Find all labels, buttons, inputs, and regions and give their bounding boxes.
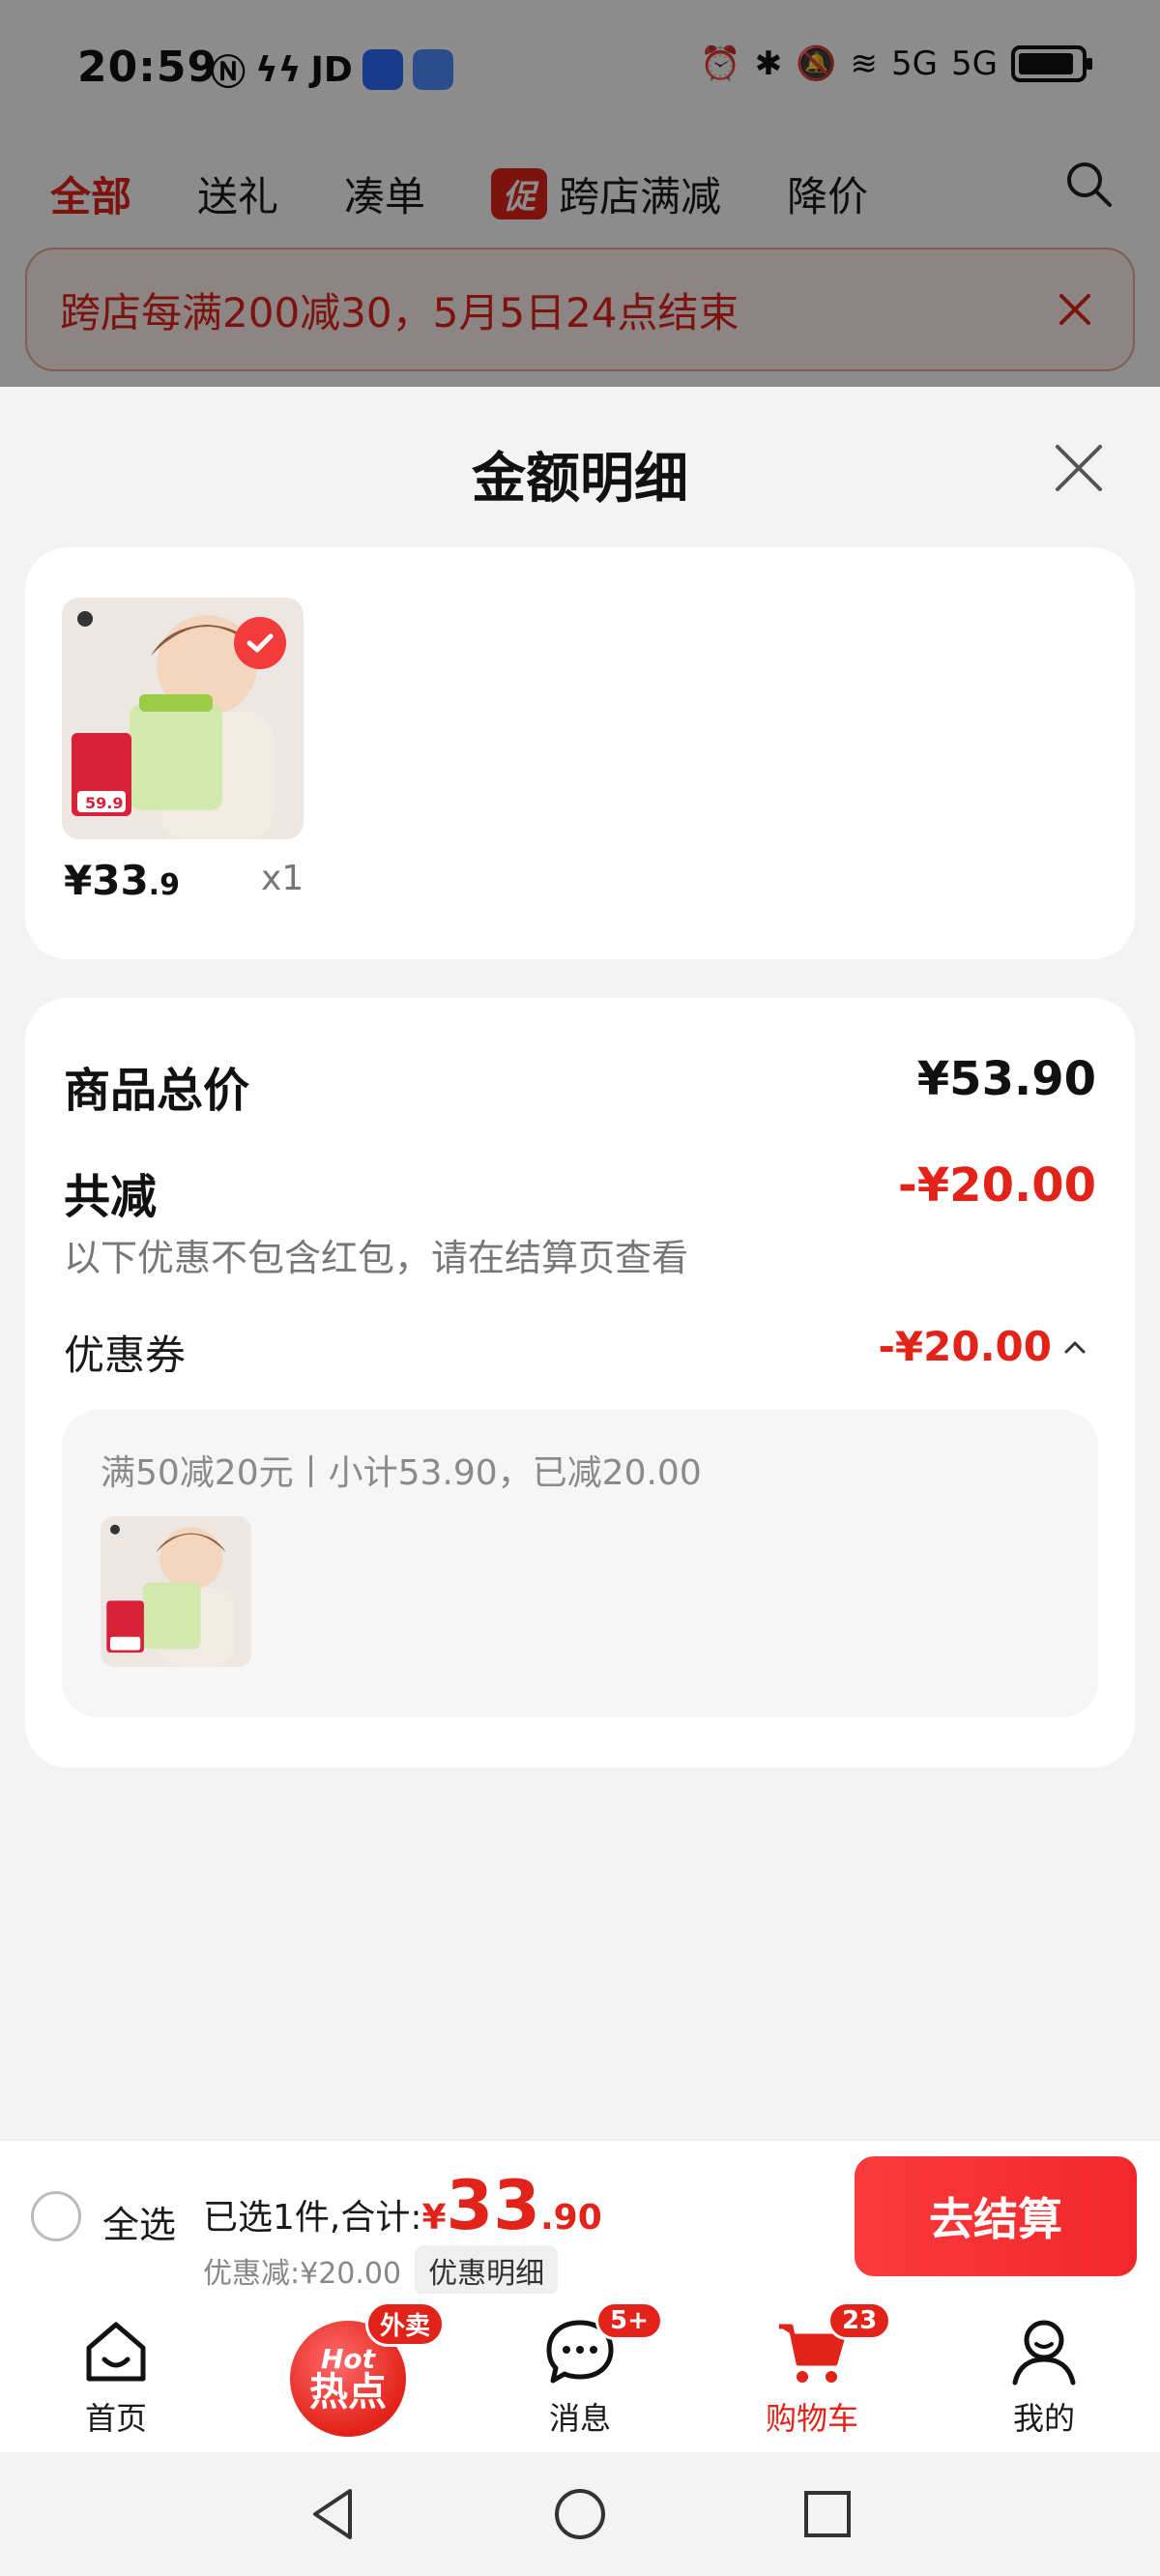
- total-price-value: ¥53.90: [916, 1052, 1096, 1106]
- select-all-radio[interactable]: [31, 2191, 81, 2241]
- checkout-total: ¥33.90: [421, 2172, 601, 2239]
- selected-summary: 已选1件,合计: ¥33.90: [203, 2172, 602, 2239]
- discount-detail-button[interactable]: 优惠明细: [415, 2245, 559, 2296]
- system-navigation-bar: [0, 2452, 1160, 2576]
- nav-me[interactable]: 我的: [928, 2294, 1160, 2452]
- discount-line: 优惠减:¥20.00 优惠明细: [203, 2245, 559, 2296]
- select-all-label[interactable]: 全选: [102, 2195, 176, 2248]
- home-circle-icon[interactable]: [549, 2483, 611, 2545]
- nav-cart-label: 购物车: [765, 2400, 858, 2437]
- item-checked-icon[interactable]: [234, 617, 286, 669]
- checkout-bar: 全选 已选1件,合计: ¥33.90 优惠减:¥20.00 优惠明细 去结算: [0, 2139, 1160, 2296]
- total-integer: 33: [446, 2166, 540, 2245]
- checkout-button[interactable]: 去结算: [855, 2156, 1137, 2276]
- hot-icon-bottom: 热点: [309, 2370, 387, 2415]
- coupon-detail-text: 满50减20元丨小计53.90，已减20.00: [101, 1453, 702, 1493]
- selected-count-text: 已选1件,合计:: [203, 2198, 422, 2238]
- nav-messages-label: 消息: [548, 2400, 611, 2437]
- total-decimal: .90: [539, 2198, 602, 2238]
- discount-note: 以下优惠不包含红包，请在结算页查看: [64, 1237, 689, 1279]
- svg-text:59.9: 59.9: [85, 794, 123, 812]
- checkout-discount-text: 优惠减:¥20.00: [203, 2257, 402, 2291]
- item-quantity: x1: [261, 859, 304, 898]
- nav-me-label: 我的: [1012, 2400, 1075, 2437]
- profile-icon: [1012, 2320, 1076, 2386]
- amount-detail-sheet: 金额明细 59.9 ¥33.9 x1 商品总价 ¥53.90 共减 -¥20.0…: [0, 387, 1160, 2139]
- total-currency: ¥: [421, 2198, 447, 2238]
- nav-home[interactable]: 首页: [0, 2294, 232, 2452]
- home-icon: [86, 2322, 146, 2382]
- item-price-int: ¥33: [64, 857, 149, 904]
- cart-badge: 23: [827, 2301, 892, 2340]
- sheet-title: 金额明细: [472, 448, 688, 511]
- messages-badge: 5+: [595, 2301, 663, 2340]
- close-icon[interactable]: [1048, 437, 1110, 499]
- back-icon[interactable]: [302, 2483, 363, 2545]
- discount-label: 共减: [64, 1170, 158, 1224]
- item-price-decimal: .9: [148, 868, 180, 902]
- chevron-up-icon: [1064, 1341, 1086, 1353]
- nav-home-label: 首页: [84, 2400, 147, 2437]
- recents-icon[interactable]: [797, 2483, 858, 2545]
- bottom-nav: 首页 Hot 热点 外卖 消息 5+ 购物车 23 我的: [0, 2294, 1160, 2452]
- item-price: ¥33.9: [64, 857, 180, 904]
- selected-items-card: 59.9 ¥33.9 x1: [25, 547, 1135, 959]
- coupon-toggle[interactable]: -¥20.00: [878, 1323, 1087, 1370]
- nav-cart[interactable]: 购物车 23: [696, 2294, 928, 2452]
- coupon-value: -¥20.00: [878, 1323, 1052, 1370]
- nav-hot[interactable]: Hot 热点 外卖: [232, 2294, 464, 2452]
- product-image: [101, 1516, 251, 1667]
- coupon-detail-panel: 满50减20元丨小计53.90，已减20.00: [62, 1410, 1098, 1717]
- nav-messages[interactable]: 消息 5+: [464, 2294, 696, 2452]
- coupon-label: 优惠券: [64, 1332, 187, 1379]
- hot-badge: 外卖: [365, 2301, 446, 2347]
- total-price-label: 商品总价: [64, 1064, 250, 1118]
- price-summary-card: 商品总价 ¥53.90 共减 -¥20.00 以下优惠不包含红包，请在结算页查看…: [25, 998, 1135, 1768]
- hot-icon-top: Hot: [320, 2343, 376, 2375]
- coupon-product-thumbnail[interactable]: [101, 1516, 251, 1667]
- modal-backdrop[interactable]: [0, 0, 1160, 387]
- discount-value: -¥20.00: [897, 1158, 1096, 1213]
- product-thumbnail[interactable]: 59.9: [62, 598, 304, 839]
